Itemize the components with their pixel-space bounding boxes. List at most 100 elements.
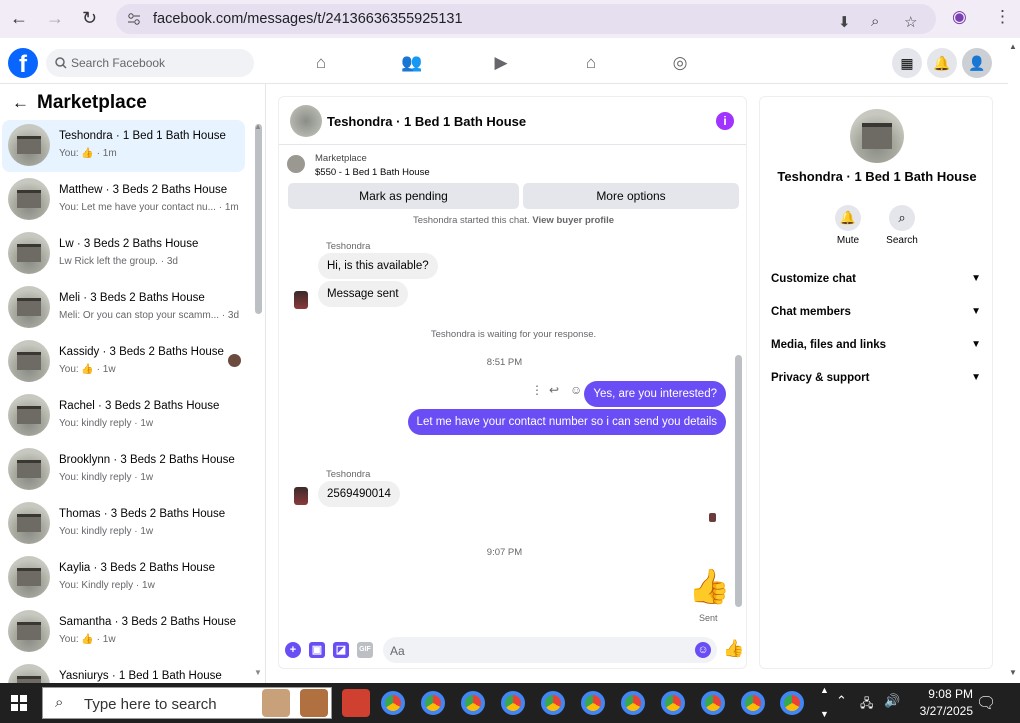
chrome-app-icon[interactable] xyxy=(581,691,605,715)
friends-icon[interactable]: 👥 xyxy=(401,53,422,73)
scroll-up-icon[interactable]: ▲ xyxy=(254,122,262,131)
scroll-up-icon[interactable]: ▲ xyxy=(1009,42,1017,51)
incoming-message[interactable]: Message sent xyxy=(318,281,408,307)
marketplace-icon[interactable]: ⌂ xyxy=(581,53,601,73)
tray-chevron-icon[interactable]: ⌃ xyxy=(836,693,847,709)
menu-kebab-icon[interactable]: ⋮ xyxy=(994,7,1011,27)
facebook-search-input[interactable]: Search Facebook xyxy=(46,49,254,77)
profile-icon[interactable]: ◉ xyxy=(952,7,967,27)
section-customize-chat[interactable]: Customize chat ▼ xyxy=(771,273,983,285)
search-button[interactable]: ⌕ Search xyxy=(877,205,927,246)
timestamp: 8:51 PM xyxy=(486,357,523,368)
notifications-bell-icon[interactable]: 🔔 xyxy=(927,48,957,78)
network-icon[interactable]: 🖧 xyxy=(860,694,873,715)
conversation-item[interactable]: Yasniurys · 1 Bed 1 Bath House xyxy=(2,660,245,683)
chrome-app-icon[interactable] xyxy=(621,691,645,715)
sender-avatar[interactable] xyxy=(294,291,308,309)
reply-icon[interactable]: ↩ xyxy=(549,383,559,397)
more-actions-icon[interactable]: ⋮ xyxy=(531,383,543,397)
conversation-item[interactable]: Kassidy · 3 Beds 2 Baths House You: 👍 · 1… xyxy=(2,336,245,388)
install-icon[interactable]: ⬇ xyxy=(838,13,851,31)
conversation-item[interactable]: Rachel · 3 Beds 2 Baths House You: kindly… xyxy=(2,390,245,442)
message-input[interactable]: Aa ☺ xyxy=(383,637,717,663)
conversation-item[interactable]: Teshondra · 1 Bed 1 Bath House You: 👍 · 1… xyxy=(2,120,245,172)
conversation-item[interactable]: Thomas · 3 Beds 2 Baths House You: kindly… xyxy=(2,498,245,550)
incoming-message[interactable]: 2569490014 xyxy=(318,481,400,507)
chrome-app-icon[interactable] xyxy=(741,691,765,715)
mute-label: Mute xyxy=(836,235,860,246)
chrome-app-icon[interactable] xyxy=(541,691,565,715)
section-media-files-links[interactable]: Media, files and links ▼ xyxy=(771,339,983,351)
info-icon[interactable]: i xyxy=(716,112,734,130)
scroll-down-icon[interactable]: ▼ xyxy=(1009,668,1017,677)
conversation-item[interactable]: Samantha · 3 Beds 2 Baths House You: 👍 · … xyxy=(2,606,245,658)
address-bar[interactable]: facebook.com/messages/t/2413663635592513… xyxy=(116,4,936,34)
conversation-item[interactable]: Matthew · 3 Beds 2 Baths House You: Let m… xyxy=(2,174,245,226)
facebook-logo-icon[interactable]: f xyxy=(8,48,38,78)
menu-grid-icon[interactable]: ▦ xyxy=(892,48,922,78)
windows-start-icon[interactable] xyxy=(11,695,27,711)
forward-icon[interactable]: → xyxy=(46,8,64,29)
photo-icon[interactable]: ▣ xyxy=(309,642,325,658)
search-icon xyxy=(55,57,67,69)
outgoing-message[interactable]: Let me have your contact number so i can… xyxy=(407,409,726,435)
incoming-message[interactable]: Hi, is this available? xyxy=(318,253,438,279)
outgoing-message[interactable]: Yes, are you interested? xyxy=(584,381,726,407)
sidebar-scrollbar[interactable] xyxy=(255,124,262,314)
react-icon[interactable]: ☺ xyxy=(570,383,582,397)
conversation-snippet: You: 👍 · 1w xyxy=(59,364,116,375)
groups-icon[interactable]: ◎ xyxy=(670,53,690,73)
reload-icon[interactable]: ↻ xyxy=(82,8,97,29)
url-text[interactable]: facebook.com/messages/t/2413663635592513… xyxy=(153,11,463,27)
chrome-app-icon[interactable] xyxy=(421,691,445,715)
chrome-app-icon[interactable] xyxy=(780,691,804,715)
scroll-down-icon[interactable]: ▼ xyxy=(254,668,262,677)
sports-app-icon[interactable] xyxy=(300,689,328,717)
chevron-down-icon: ▼ xyxy=(971,372,981,383)
chat-title[interactable]: Teshondra · 1 Bed 1 Bath House xyxy=(327,114,526,129)
account-avatar[interactable]: 👤 xyxy=(962,48,992,78)
notification-center-icon[interactable]: 🗨 xyxy=(976,693,996,713)
bookmark-star-icon[interactable]: ☆ xyxy=(904,13,917,31)
taskbar-scroll-down-icon[interactable]: ▼ xyxy=(820,709,829,719)
chrome-app-icon[interactable] xyxy=(381,691,405,715)
chrome-app-icon[interactable] xyxy=(661,691,685,715)
conversation-item[interactable]: Kaylia · 3 Beds 2 Baths House You: Kindly… xyxy=(2,552,245,604)
sender-avatar[interactable] xyxy=(294,487,308,505)
chrome-app-icon[interactable] xyxy=(501,691,525,715)
like-send-icon[interactable]: 👍 xyxy=(723,639,744,659)
chat-scrollbar[interactable] xyxy=(735,355,742,607)
volume-icon[interactable]: 🔊 xyxy=(884,693,900,709)
emoji-icon[interactable]: ☺ xyxy=(695,642,711,658)
conversation-snippet: Meli: Or you can stop your scamm... · 3d xyxy=(59,310,240,321)
section-privacy-support[interactable]: Privacy & support ▼ xyxy=(771,372,983,384)
chrome-app-icon[interactable] xyxy=(461,691,485,715)
back-icon[interactable]: ← xyxy=(10,8,28,29)
back-arrow-icon[interactable]: ← xyxy=(12,93,29,112)
plus-icon[interactable]: + xyxy=(285,642,301,658)
chrome-app-icon[interactable] xyxy=(701,691,725,715)
video-icon[interactable]: ▶ xyxy=(491,53,511,73)
chat-avatar[interactable] xyxy=(290,105,322,137)
site-info-icon[interactable] xyxy=(127,12,141,26)
thumbs-up-icon[interactable]: 👍 xyxy=(688,567,730,607)
chat-started-note: Teshondra started this chat. View buyer … xyxy=(412,215,614,226)
game-app-icon[interactable] xyxy=(342,689,370,717)
conversation-item[interactable]: Brooklynn · 3 Beds 2 Baths House You: kin… xyxy=(2,444,245,496)
conversation-item[interactable]: Lw · 3 Beds 2 Baths House Lw Rick left th… xyxy=(2,228,245,280)
home-icon[interactable]: ⌂ xyxy=(311,53,331,73)
gif-icon[interactable]: GIF xyxy=(357,642,373,658)
details-avatar[interactable] xyxy=(850,109,904,163)
mute-button[interactable]: 🔔 Mute xyxy=(823,205,873,246)
more-options-button[interactable]: More options xyxy=(523,183,739,209)
zoom-icon[interactable]: ⌕ xyxy=(871,13,879,30)
system-clock[interactable]: 9:08 PM 3/27/2025 xyxy=(920,686,973,720)
conversation-item[interactable]: Meli · 3 Beds 2 Baths House Meli: Or you … xyxy=(2,282,245,334)
taskbar-scroll-up-icon[interactable]: ▲ xyxy=(820,685,829,695)
view-buyer-profile-link[interactable]: View buyer profile xyxy=(532,215,614,226)
page-scrollbar[interactable]: ▲ ▼ xyxy=(1008,42,1020,683)
section-chat-members[interactable]: Chat members ▼ xyxy=(771,306,983,318)
mark-pending-button[interactable]: Mark as pending xyxy=(288,183,519,209)
baseball-app-icon[interactable] xyxy=(262,689,290,717)
sticker-icon[interactable]: ◪ xyxy=(333,642,349,658)
